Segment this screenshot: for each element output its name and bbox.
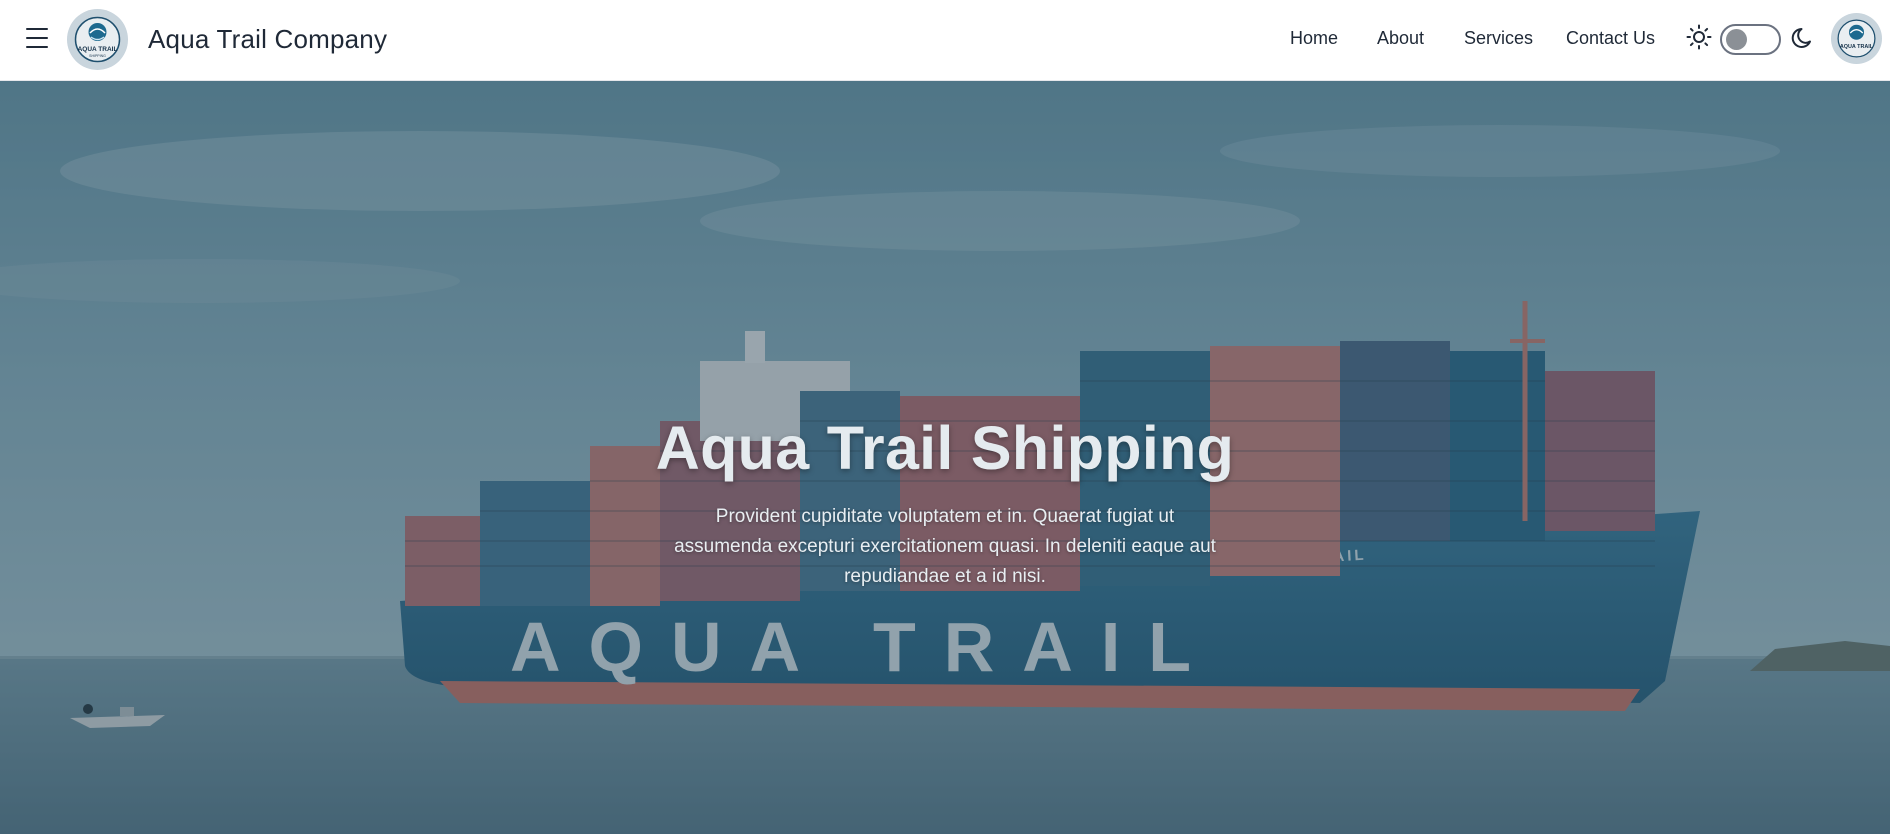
- moon-icon: [1791, 28, 1811, 48]
- hero-title: Aqua Trail Shipping: [655, 414, 1235, 482]
- svg-text:AQUA TRAIL: AQUA TRAIL: [78, 46, 118, 53]
- company-logo[interactable]: AQUA TRAIL SHIPPING: [67, 9, 128, 70]
- svg-text:AQUA TRAIL: AQUA TRAIL: [1840, 44, 1874, 50]
- theme-toggle-switch[interactable]: [1720, 24, 1781, 55]
- svg-text:SHIPPING: SHIPPING: [89, 54, 106, 58]
- nav-link-about[interactable]: About: [1377, 28, 1424, 49]
- brand-name[interactable]: Aqua Trail Company: [148, 24, 387, 55]
- hamburger-menu-icon[interactable]: [26, 28, 48, 48]
- nav-link-contact-us[interactable]: Contact Us: [1566, 28, 1655, 49]
- hero-section: AQUA TRAIL AQUA TRAIL: [0, 81, 1890, 834]
- hero-description: Provident cupiditate voluptatem et in. Q…: [674, 506, 1216, 587]
- nav-link-services[interactable]: Services: [1464, 28, 1533, 49]
- navbar: AQUA TRAIL SHIPPING Aqua Trail Company H…: [0, 0, 1890, 81]
- nav-link-home[interactable]: Home: [1290, 28, 1338, 49]
- user-avatar[interactable]: AQUA TRAIL: [1831, 13, 1882, 64]
- sun-icon: [1686, 24, 1712, 50]
- toggle-knob: [1726, 29, 1747, 50]
